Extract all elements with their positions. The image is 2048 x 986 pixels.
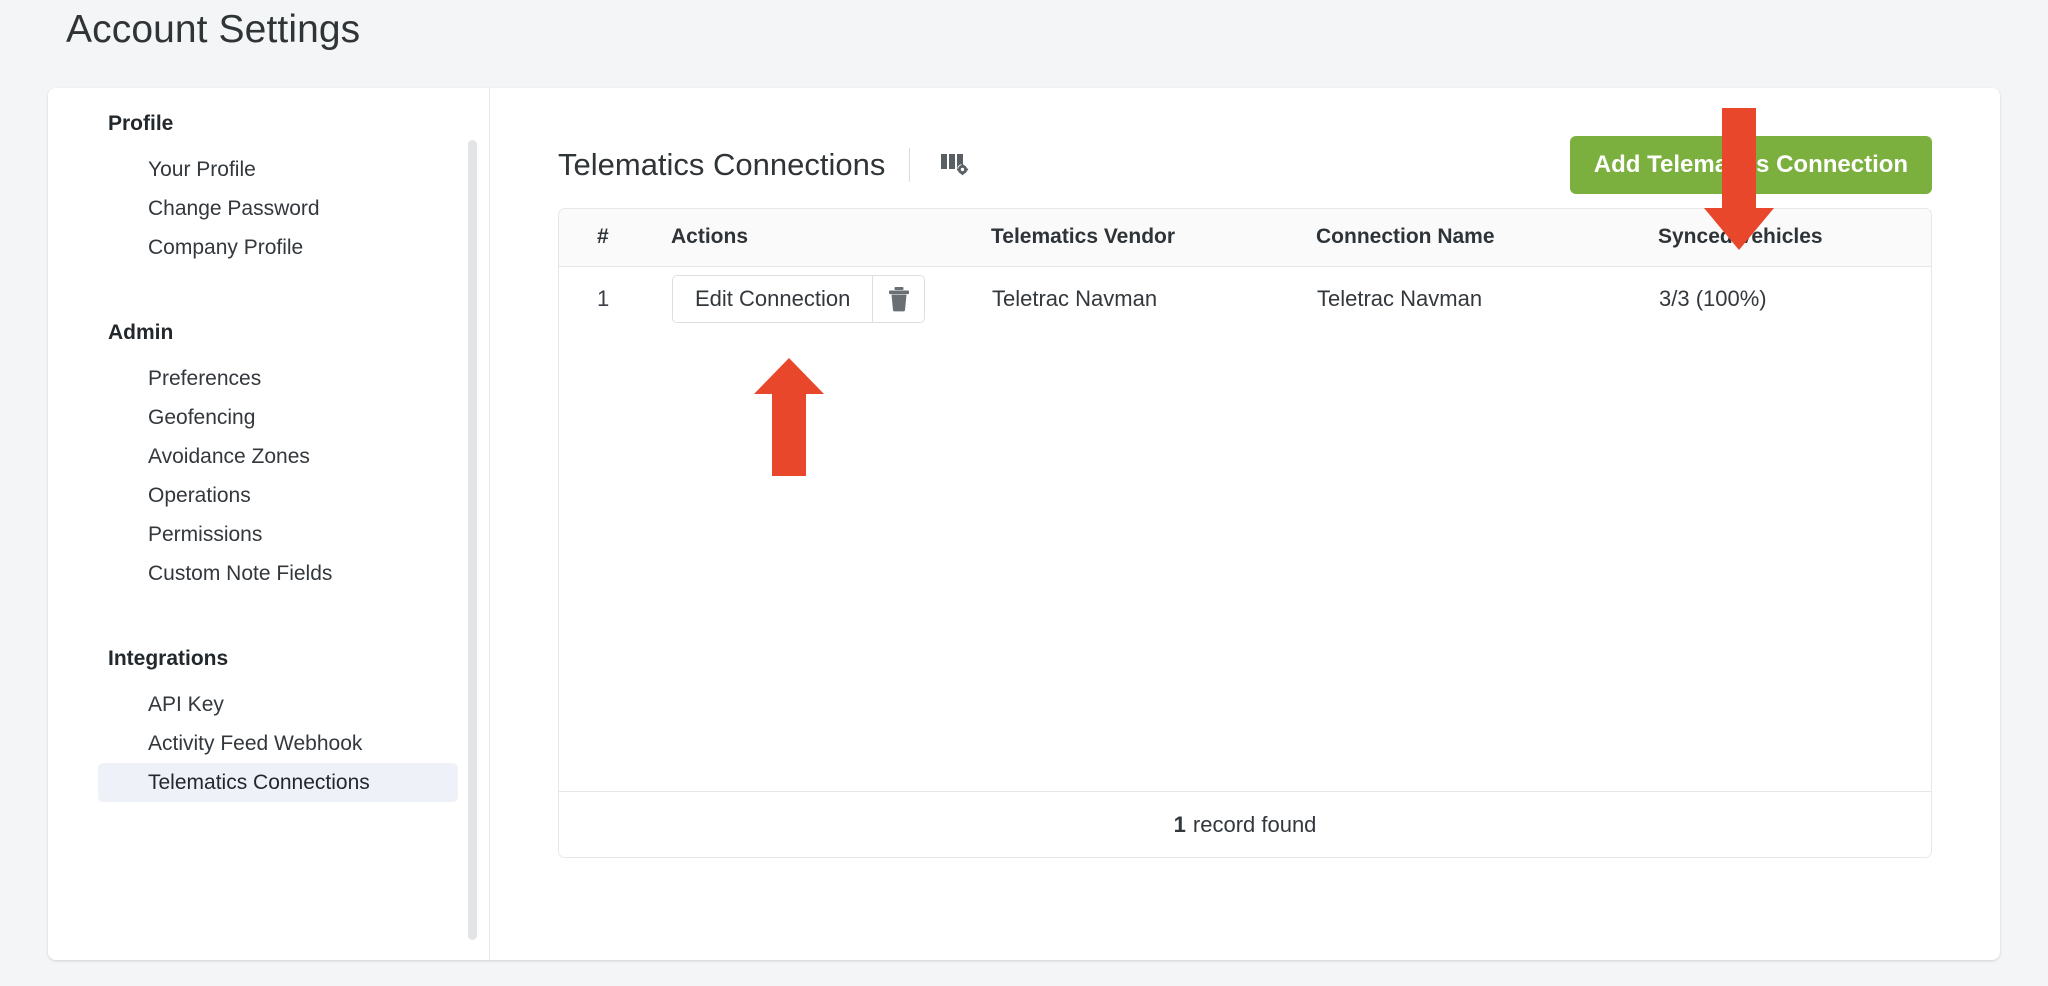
sidebar-item-permissions[interactable]: Permissions: [98, 515, 458, 554]
table-body: 1 Edit Connection Teletrac Navman Teletr…: [559, 266, 1931, 332]
column-header-connection-name[interactable]: Connection Name: [1316, 209, 1658, 267]
delete-connection-button[interactable]: [872, 276, 925, 323]
cell-telematics-vendor: Teletrac Navman: [992, 286, 1158, 312]
cell-connection-name: Teletrac Navman: [1317, 286, 1483, 312]
sidebar-scrollbar[interactable]: [468, 140, 477, 940]
table-empty-space: [559, 332, 1931, 791]
trash-icon: [888, 287, 909, 312]
row-action-group: Edit Connection: [672, 275, 926, 324]
header-divider: [909, 148, 911, 182]
sidebar-item-activity-feed-webhook[interactable]: Activity Feed Webhook: [98, 724, 458, 763]
column-header-telematics-vendor[interactable]: Telematics Vendor: [991, 209, 1316, 267]
sidebar-item-geofencing[interactable]: Geofencing: [98, 398, 458, 437]
cell-row-number: 1: [597, 286, 610, 312]
panel-title: Telematics Connections: [558, 147, 886, 182]
record-count-label: record found: [1192, 811, 1317, 837]
sidebar-item-your-profile[interactable]: Your Profile: [98, 150, 458, 189]
account-settings-card: Profile Your Profile Change Password Com…: [48, 88, 2000, 960]
sidebar-item-preferences[interactable]: Preferences: [98, 359, 458, 398]
settings-sidebar: Profile Your Profile Change Password Com…: [48, 88, 490, 960]
sidebar-item-api-key[interactable]: API Key: [98, 685, 458, 724]
sidebar-item-custom-note-fields[interactable]: Custom Note Fields: [98, 554, 458, 593]
sidebar-group-title-admin: Admin: [108, 321, 174, 344]
add-telematics-connection-button[interactable]: Add Telematics Connection: [1569, 136, 1933, 194]
columns-settings-icon[interactable]: [936, 147, 974, 183]
column-header-number[interactable]: #: [559, 209, 671, 267]
sidebar-group-title-profile: Profile: [108, 112, 174, 135]
column-header-actions[interactable]: Actions: [671, 209, 991, 267]
connections-table: # Actions Telematics Vendor Connection N…: [559, 209, 1932, 332]
sidebar-item-change-password[interactable]: Change Password: [98, 189, 458, 228]
cell-actions: Edit Connection: [671, 266, 991, 332]
page-title: Account Settings: [66, 8, 361, 51]
panel-header: Telematics Connections Add Telematics Co…: [558, 136, 1933, 194]
cell-synced-vehicles: 3/3 (100%): [1659, 286, 1767, 312]
edit-connection-button[interactable]: Edit Connection: [673, 276, 873, 323]
table-footer: 1 record found: [559, 791, 1932, 857]
telematics-connections-panel: Telematics Connections Add Telematics Co…: [490, 88, 2000, 960]
table-header-row: # Actions Telematics Vendor Connection N…: [559, 209, 1932, 267]
sidebar-item-company-profile[interactable]: Company Profile: [98, 228, 458, 267]
telematics-connections-table: # Actions Telematics Vendor Connection N…: [558, 208, 1933, 858]
sidebar-item-avoidance-zones[interactable]: Avoidance Zones: [98, 437, 458, 476]
sidebar-item-telematics-connections[interactable]: Telematics Connections: [98, 763, 458, 802]
table-row[interactable]: 1 Edit Connection Teletrac Navman Teletr…: [559, 266, 1931, 332]
record-count: 1: [1173, 811, 1186, 837]
sidebar-item-operations[interactable]: Operations: [98, 476, 458, 515]
sidebar-group-title-integrations: Integrations: [108, 647, 229, 670]
table-header: # Actions Telematics Vendor Connection N…: [559, 209, 1932, 267]
column-header-synced-vehicles[interactable]: Synced Vehicles: [1658, 209, 1932, 267]
